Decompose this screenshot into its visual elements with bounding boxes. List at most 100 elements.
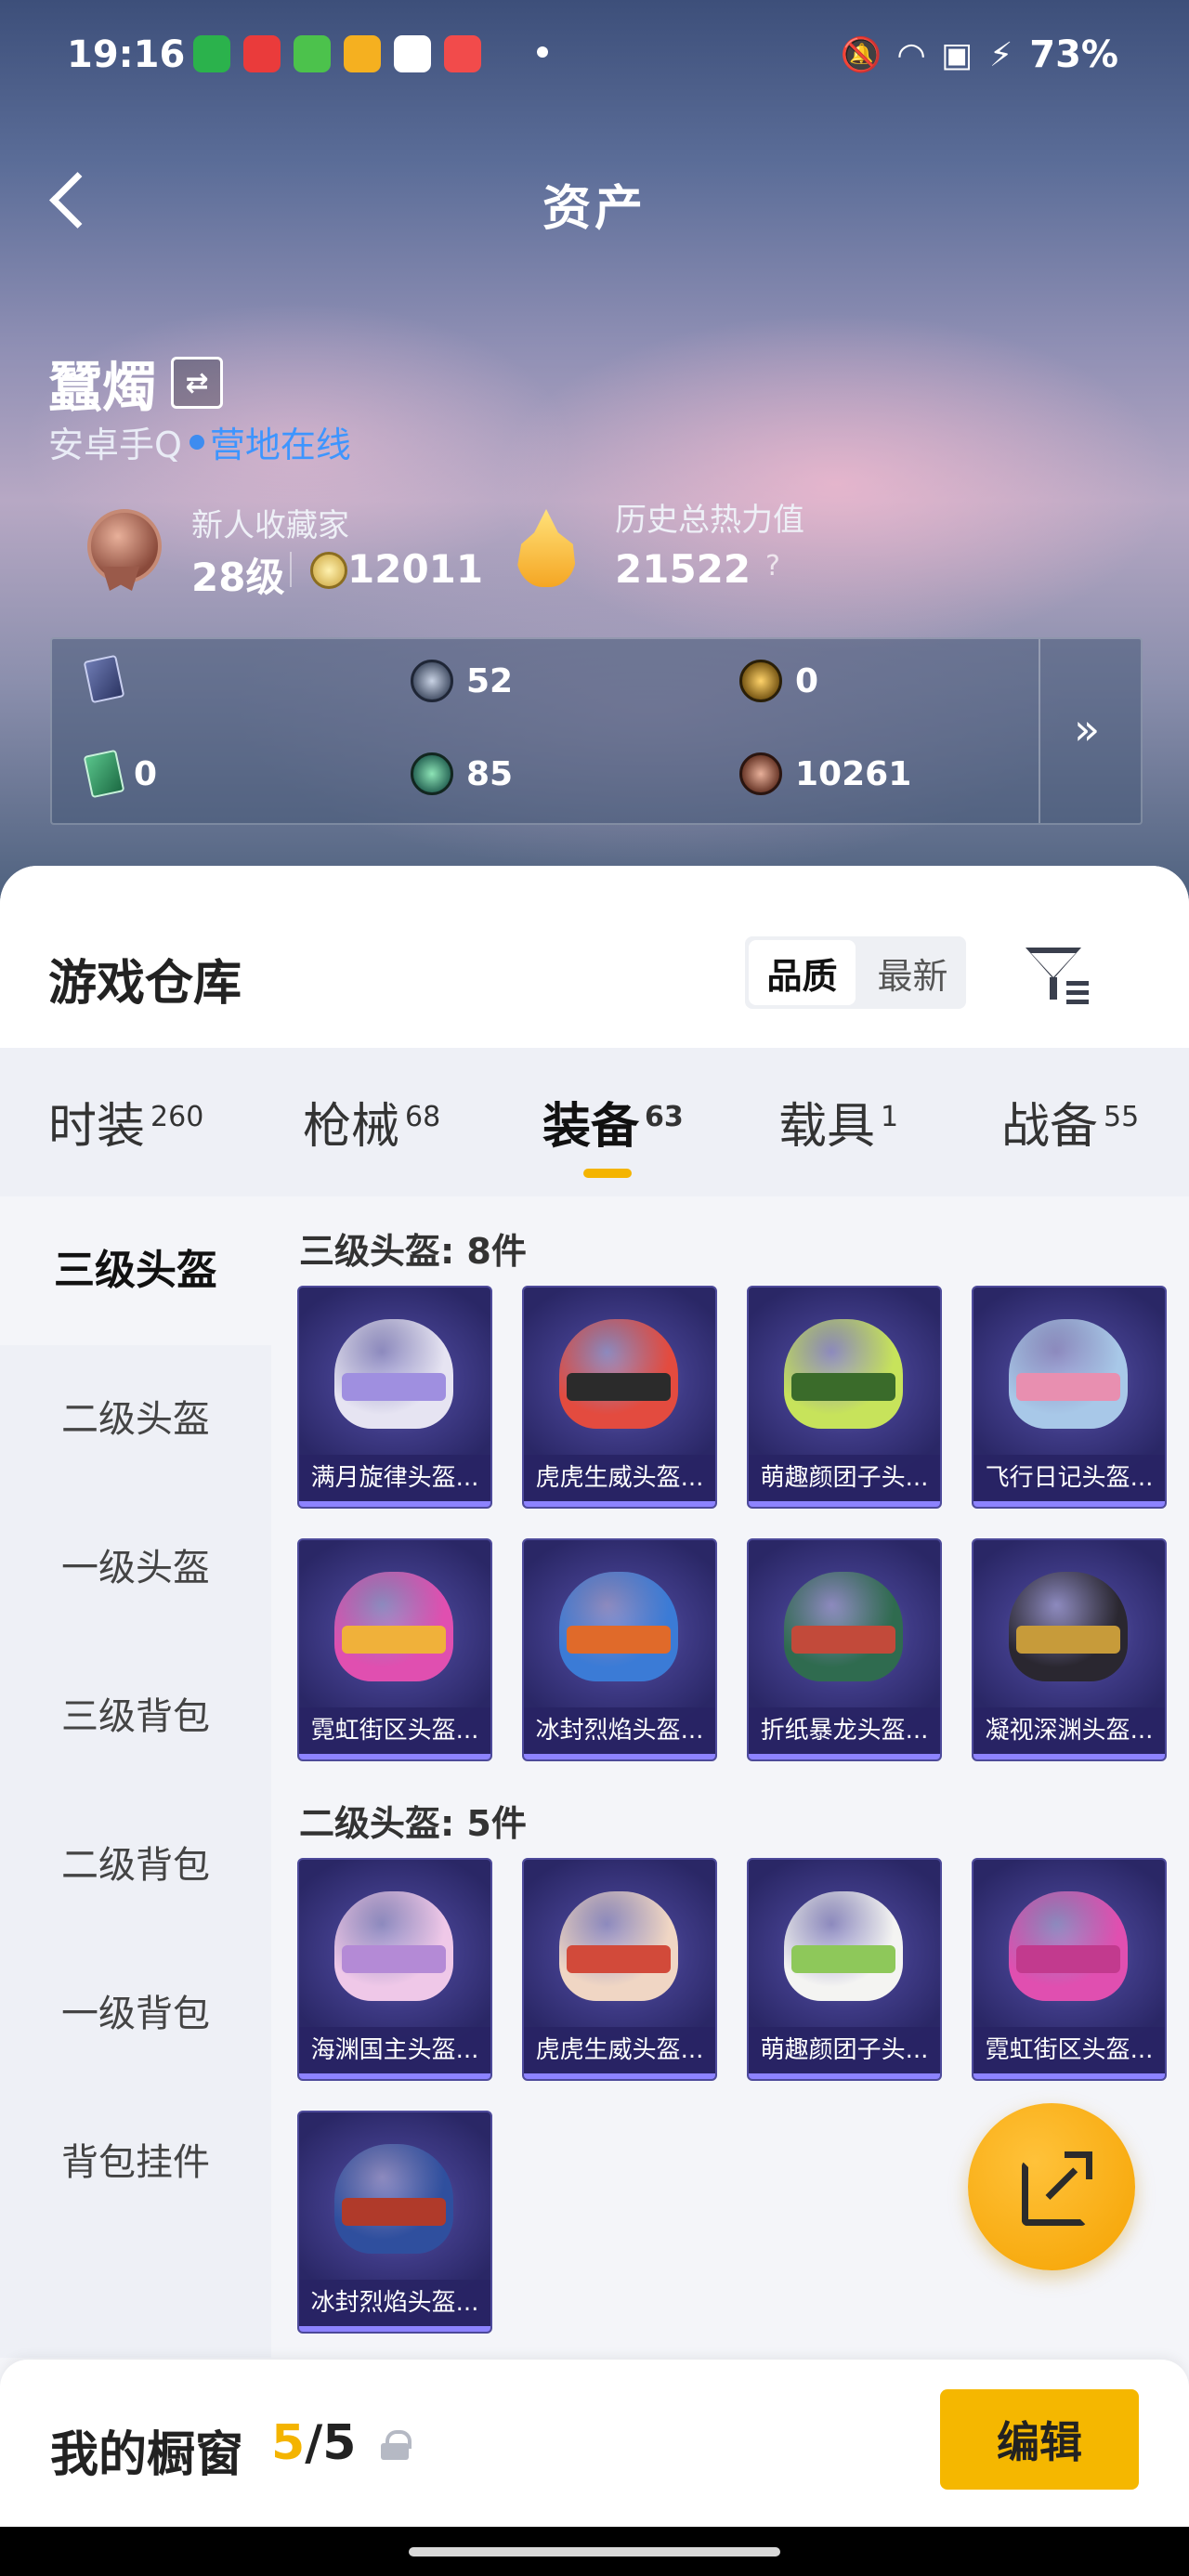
tab-supplies[interactable]: 战备 55 (1001, 1087, 1139, 1157)
bronze-coin-icon (739, 752, 782, 795)
heat-value: 21522 (615, 546, 751, 592)
sidebar-item-level2-backpack[interactable]: 二级背包 (0, 1791, 271, 1940)
rarity-bar (749, 1754, 940, 1759)
item-card[interactable]: 满月旋律头盔... (297, 1286, 492, 1509)
tab-label: 装备 (542, 1099, 640, 1155)
item-card[interactable]: 虎虎生威头盔... (522, 1286, 717, 1509)
status-right: 🔕 ◠ ▣ ⚡ 73% (840, 33, 1118, 76)
green-card-icon (83, 749, 125, 799)
sort-quality-button[interactable]: 品质 (749, 940, 856, 1005)
helmet-visor (342, 1626, 446, 1654)
showcase-total: 5 (322, 2415, 357, 2471)
rarity-bar (299, 2073, 490, 2079)
home-indicator[interactable] (409, 2547, 780, 2556)
item-name: 霓虹街区头盔... (973, 2027, 1165, 2073)
item-card[interactable]: 凝视深渊头盔... (972, 1538, 1167, 1761)
tab-equipment[interactable]: 装备 63 (542, 1087, 684, 1178)
item-name: 霓虹街区头盔... (299, 1707, 490, 1754)
tab-count: 68 (405, 1100, 441, 1133)
item-card[interactable]: 海渊国主头盔... (297, 1858, 492, 2081)
music-app-icon (243, 35, 281, 72)
item-card[interactable]: 冰封烈焰头盔... (297, 2111, 492, 2334)
stat-item: 0 (739, 660, 818, 702)
stat-value: 52 (466, 661, 514, 700)
stat-item: 52 (411, 660, 513, 702)
sidebar-item-level3-helmet[interactable]: 三级头盔 (0, 1196, 271, 1345)
item-card[interactable]: 冰封烈焰头盔... (522, 1538, 717, 1761)
item-name: 冰封烈焰头盔... (299, 2280, 490, 2326)
battery-level: 73% (1029, 33, 1118, 76)
tab-label: 时装 (48, 1099, 146, 1155)
item-card[interactable]: 萌趣颜团子头... (747, 1286, 942, 1509)
sidebar-item-level1-helmet[interactable]: 一级头盔 (0, 1494, 271, 1642)
status-bar: 19:16 🔕 ◠ ▣ ⚡ 73% (0, 26, 1189, 91)
tab-vehicles[interactable]: 载具 1 (778, 1087, 898, 1157)
user-name-row: 蠶燭 ⇄ (48, 344, 224, 422)
stat-item: 10261 (739, 752, 911, 795)
double-chevron-right-icon[interactable]: » (1074, 704, 1100, 754)
shield-app-icon (193, 35, 230, 72)
helmet-visor (791, 1626, 895, 1654)
item-card[interactable]: 折纸暴龙头盔... (747, 1538, 942, 1761)
filter-icon[interactable] (1026, 942, 1089, 1005)
stat-item: 85 (411, 752, 513, 795)
item-name: 满月旋律头盔... (299, 1455, 490, 1501)
item-name: 萌趣颜团子头... (749, 1455, 940, 1501)
oppo-app-icon (394, 35, 431, 72)
user-name: 蠶燭 (48, 356, 157, 419)
wifi-icon: ◠ (898, 35, 924, 74)
sort-toggle: 品质 最新 (745, 936, 966, 1009)
helmet-visor (791, 1373, 895, 1401)
collector-points-icon (310, 552, 347, 589)
item-card[interactable]: 萌趣颜团子头... (747, 1858, 942, 2081)
collector-level: 28级 (191, 555, 285, 600)
rarity-bar (524, 1501, 715, 1507)
group-title-level3: 三级头盔: 8件 (299, 1231, 527, 1272)
sidebar-item-backpack-charm[interactable]: 背包挂件 (0, 2088, 271, 2237)
green-coin-icon (411, 752, 453, 795)
sort-newest-button[interactable]: 最新 (859, 936, 966, 1009)
grid-app-icon (294, 35, 331, 72)
stat-item: 6 (83, 654, 125, 703)
rarity-bar (299, 1501, 490, 1507)
item-card[interactable]: 霓虹街区头盔... (297, 1538, 492, 1761)
helmet-visor (342, 1945, 446, 1973)
switch-account-icon[interactable]: ⇄ (171, 357, 224, 409)
showcase-current: 5 (271, 2415, 306, 2471)
top-bar: 资产 (0, 158, 1189, 242)
tab-fashion[interactable]: 时装 260 (48, 1087, 203, 1157)
item-card[interactable]: 霓虹街区头盔... (972, 1858, 1167, 2081)
user-subline: 安卓手Q 营地在线 (48, 416, 351, 467)
sidebar-item-level1-backpack[interactable]: 一级背包 (0, 1940, 271, 2088)
collector-points: 12011 (347, 546, 484, 592)
tab-guns[interactable]: 枪械 68 (303, 1087, 440, 1157)
tab-count: 55 (1104, 1100, 1140, 1133)
item-card[interactable]: 虎虎生威头盔... (522, 1858, 717, 2081)
edit-button[interactable]: 编辑 (940, 2389, 1139, 2490)
helmet-visor (1016, 1373, 1120, 1401)
item-card[interactable]: 飞行日记头盔... (972, 1286, 1167, 1509)
rarity-bar (524, 1754, 715, 1759)
heat-help-icon[interactable]: ? (765, 550, 780, 582)
stat-item: 0 (83, 749, 157, 799)
warehouse-sheet: 游戏仓库 品质 最新 时装 260 枪械 68 装备 63 载具 1 战备 55 三级头盔… (0, 866, 1189, 2576)
item-name: 凝视深渊头盔... (973, 1707, 1165, 1754)
rarity-bar (299, 2326, 490, 2332)
warehouse-header: 游戏仓库 品质 最新 (0, 866, 1189, 1048)
rarity-bar (299, 1754, 490, 1759)
page-title: 资产 (542, 181, 647, 237)
notification-dot-icon (537, 46, 548, 58)
stats-panel[interactable]: 6 52 0 0 85 10261 » (50, 637, 1143, 825)
sidebar-item-level2-helmet[interactable]: 二级头盔 (0, 1345, 271, 1494)
rarity-bar (749, 1501, 940, 1507)
sidebar-item-level3-backpack[interactable]: 三级背包 (0, 1642, 271, 1791)
share-export-button[interactable] (968, 2103, 1135, 2270)
gold-coin-icon (739, 660, 782, 702)
item-name: 飞行日记头盔... (973, 1455, 1165, 1501)
helmet-visor (1016, 1945, 1120, 1973)
sim-icon: ▣ (940, 35, 973, 74)
showcase-count: 5/5 (271, 2415, 356, 2471)
tab-count: 1 (881, 1100, 899, 1133)
stat-value: 0 (795, 661, 819, 700)
item-name: 萌趣颜团子头... (749, 2027, 940, 2073)
